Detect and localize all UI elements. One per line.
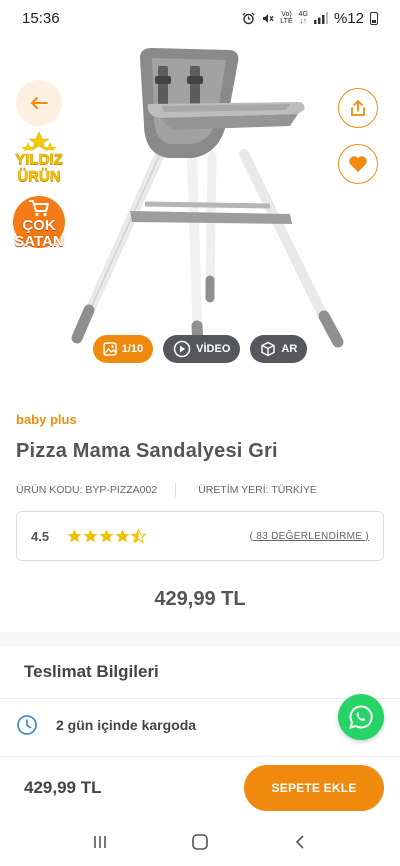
bestseller-badge: ÇOK SATAN bbox=[10, 196, 68, 258]
star-icon bbox=[67, 529, 82, 543]
status-time: 15:36 bbox=[22, 9, 60, 27]
mute-icon bbox=[263, 13, 274, 23]
delivery-title: Teslimat Bilgileri bbox=[24, 662, 159, 681]
status-icons: Vo) LTE 4G ↓↑ %12 bbox=[242, 10, 378, 27]
section-divider bbox=[0, 632, 400, 646]
product-meta: ÜRÜN KODU: BYP-PIZZA002 ÜRETİM YERİ: TÜR… bbox=[16, 483, 317, 497]
battery-icon bbox=[370, 11, 378, 25]
delivery-divider bbox=[0, 698, 400, 699]
heart-icon bbox=[349, 156, 367, 172]
rating-stars bbox=[67, 529, 146, 543]
whatsapp-button[interactable] bbox=[338, 694, 384, 740]
rating-value: 4.5 bbox=[31, 528, 50, 544]
recents-icon[interactable] bbox=[92, 834, 108, 850]
alarm-icon bbox=[242, 12, 255, 24]
meta-divider bbox=[175, 483, 177, 497]
whatsapp-icon bbox=[349, 705, 373, 729]
volte-indicator: Vo) LTE bbox=[280, 11, 293, 25]
cube-icon bbox=[261, 341, 276, 357]
gallery-count: 1/10 bbox=[121, 343, 144, 355]
cart-icon bbox=[29, 200, 49, 217]
media-controls: 1/10 VİDEO AR bbox=[0, 335, 400, 363]
shipping-text: 2 gün içinde kargoda bbox=[56, 717, 197, 733]
star-icon bbox=[99, 529, 114, 543]
back-icon[interactable] bbox=[292, 834, 308, 850]
video-label: VİDEO bbox=[196, 343, 231, 355]
product-origin: ÜRETİM YERİ: TÜRKİYE bbox=[198, 484, 317, 496]
product-code: ÜRÜN KODU: BYP-PIZZA002 bbox=[16, 484, 158, 496]
half-star-icon bbox=[131, 529, 146, 543]
play-icon bbox=[173, 340, 191, 358]
favorite-button[interactable] bbox=[338, 144, 378, 184]
rating-box[interactable]: 4.5 ( 83 DEĞERLENDİRME ) bbox=[16, 511, 384, 561]
video-button[interactable]: VİDEO bbox=[163, 335, 241, 363]
back-arrow-icon bbox=[30, 97, 48, 109]
gallery-button[interactable]: 1/10 bbox=[92, 335, 154, 363]
product-title: Pizza Mama Sandalyesi Gri bbox=[16, 440, 278, 462]
product-image bbox=[71, 48, 344, 352]
signal-icon bbox=[313, 12, 328, 24]
system-nav-bar bbox=[0, 818, 400, 866]
star-icon bbox=[115, 529, 130, 543]
clock-icon bbox=[17, 715, 37, 735]
stars-icon bbox=[21, 131, 57, 152]
ar-label: AR bbox=[281, 343, 298, 355]
ar-button[interactable]: AR bbox=[250, 335, 308, 363]
status-bar: 15:36 Vo) LTE 4G ↓↑ %12 bbox=[0, 0, 400, 36]
network-indicator: 4G ↓↑ bbox=[298, 11, 308, 25]
product-image-carousel[interactable]: YILDIZ ÜRÜN ÇOK SATAN 1/10 VİDEO AR bbox=[0, 36, 400, 376]
bottom-action-bar: 429,99 TL SEPETE EKLE bbox=[0, 756, 400, 818]
share-button[interactable] bbox=[338, 88, 378, 128]
product-price: 429,99 TL bbox=[154, 588, 246, 610]
delivery-shipping-row: 2 gün içinde kargoda bbox=[16, 714, 196, 736]
reviews-link[interactable]: ( 83 DEĞERLENDİRME ) bbox=[250, 531, 369, 542]
image-icon bbox=[102, 342, 117, 356]
home-icon[interactable] bbox=[191, 833, 209, 851]
share-icon bbox=[351, 99, 365, 116]
star-product-badge: YILDIZ ÜRÜN bbox=[6, 130, 72, 192]
bottom-price: 429,99 TL bbox=[24, 777, 102, 797]
add-to-cart-button[interactable]: SEPETE EKLE bbox=[244, 764, 384, 811]
brand-link[interactable]: baby plus bbox=[16, 412, 77, 427]
star-icon bbox=[83, 529, 98, 543]
battery-percent: %12 bbox=[333, 9, 364, 27]
back-button[interactable] bbox=[16, 80, 62, 126]
